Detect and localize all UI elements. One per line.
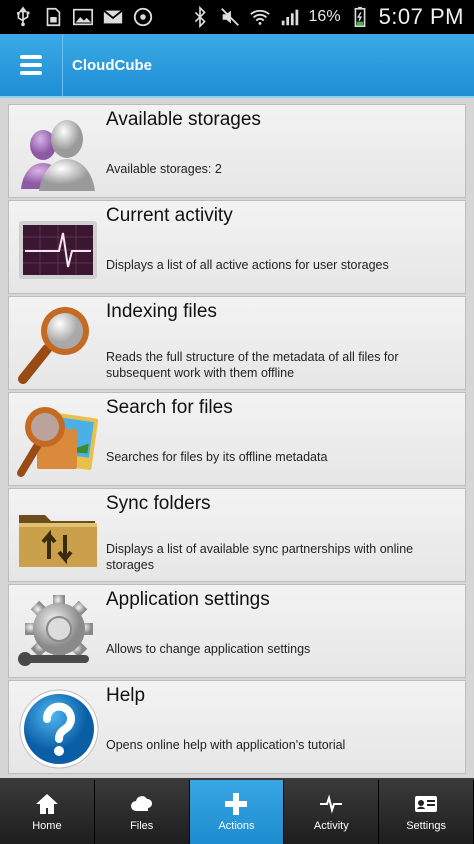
pulse-icon (318, 792, 344, 816)
sd-card-icon (42, 6, 64, 28)
app-bar: CloudCube (0, 34, 474, 98)
list-item-available-storages[interactable]: Available storages Available storages: 2 (8, 104, 466, 198)
wifi-icon (249, 6, 271, 28)
gear-wrench-icon (15, 591, 101, 673)
battery-icon (349, 6, 371, 28)
list-item-current-activity[interactable]: Current activity Displays a list of all … (8, 200, 466, 294)
tab-label: Activity (313, 820, 349, 832)
actions-list: Available storages Available storages: 2… (0, 98, 474, 778)
signal-icon (279, 6, 301, 28)
item-title: Application settings (106, 589, 270, 610)
item-title: Search for files (106, 397, 233, 418)
item-description: Displays a list of all active actions fo… (106, 258, 389, 272)
users-icon (15, 111, 101, 193)
magnifier-icon (15, 303, 101, 385)
battery-percent: 16% (308, 8, 341, 25)
item-title: Indexing files (106, 301, 217, 322)
app-title: CloudCube (72, 56, 152, 74)
item-description: Reads the full structure of the metadata… (106, 350, 399, 380)
item-description: Allows to change application settings (106, 642, 311, 656)
tab-label: Actions (218, 820, 255, 832)
list-item-application-settings[interactable]: Application settings Allows to change ap… (8, 584, 466, 678)
tab-label: Files (130, 820, 154, 832)
tab-activity[interactable]: Activity (284, 780, 380, 844)
tab-label: Settings (406, 820, 446, 832)
item-title: Available storages (106, 109, 261, 130)
mute-icon (219, 6, 241, 28)
search-photos-icon (15, 399, 101, 481)
gmail-icon (102, 6, 124, 28)
activity-monitor-icon (15, 207, 101, 289)
item-description: Searches for files by its offline metada… (106, 450, 328, 464)
gallery-icon (72, 6, 94, 28)
usb-icon (12, 6, 34, 28)
list-item-search-for-files[interactable]: Search for files Searches for files by i… (8, 392, 466, 486)
list-item-help[interactable]: Help Opens online help with application'… (8, 680, 466, 774)
bottom-navigation: Home Files Actions Activity Settings (0, 778, 474, 844)
tab-settings[interactable]: Settings (379, 780, 474, 844)
tab-actions[interactable]: Actions (189, 780, 285, 844)
help-icon (15, 687, 101, 769)
home-icon (34, 792, 60, 816)
item-title: Help (106, 685, 146, 706)
item-description: Displays a list of available sync partne… (106, 542, 414, 572)
id-card-icon (413, 792, 439, 816)
tab-files[interactable]: Files (94, 780, 190, 844)
sync-folder-icon (15, 495, 101, 577)
item-description: Available storages: 2 (106, 162, 222, 176)
item-title: Current activity (106, 205, 233, 226)
item-description: Opens online help with application's tut… (106, 738, 346, 752)
plus-icon (223, 792, 249, 816)
clock: 5:07 PM (378, 4, 464, 29)
bluetooth-icon (189, 6, 211, 28)
hamburger-menu-icon[interactable] (0, 34, 63, 96)
sync-icon (132, 6, 154, 28)
cloud-files-icon (129, 792, 155, 816)
status-bar: 16% 5:07 PM (0, 0, 474, 34)
list-item-sync-folders[interactable]: Sync folders Displays a list of availabl… (8, 488, 466, 582)
item-title: Sync folders (106, 493, 211, 514)
tab-home[interactable]: Home (0, 780, 95, 844)
tab-label: Home (32, 820, 62, 832)
list-item-indexing-files[interactable]: Indexing files Reads the full structure … (8, 296, 466, 390)
